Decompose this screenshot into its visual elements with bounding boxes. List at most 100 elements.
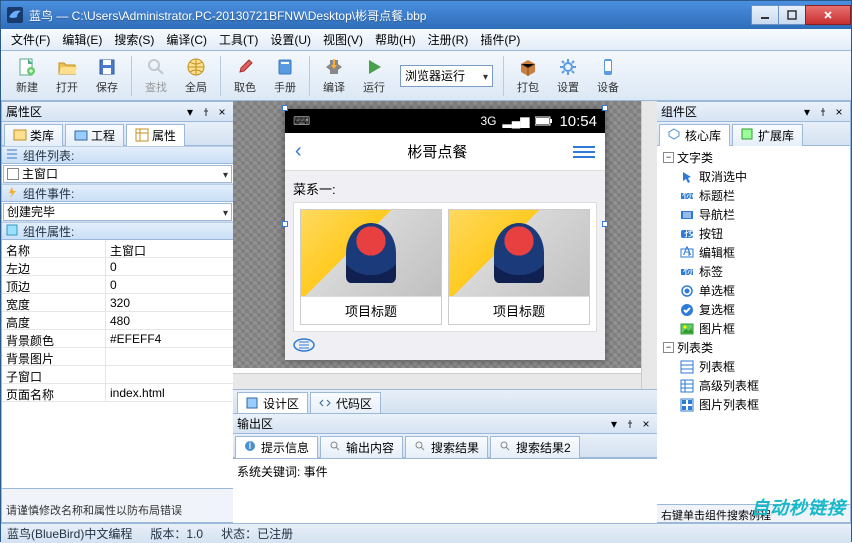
window-maximize-button[interactable]	[778, 5, 806, 25]
tab-code-view[interactable]: 代码区	[310, 392, 381, 414]
prop-row[interactable]: 左边0	[2, 258, 233, 276]
toolbar-pick-color-button[interactable]: 取色	[225, 53, 265, 99]
toolbar-pack-button[interactable]: 打包	[508, 53, 548, 99]
panel-close-button[interactable]: ×	[215, 105, 229, 119]
resize-handle[interactable]	[602, 105, 608, 111]
resize-handle[interactable]	[602, 221, 608, 227]
tab-ext-lib[interactable]: 扩展库	[732, 124, 803, 146]
tree-item-checkbox[interactable]: 复选框	[657, 300, 850, 319]
tree-item-listbox[interactable]: 列表框	[657, 357, 850, 376]
prop-row[interactable]: 子窗口	[2, 366, 233, 384]
phone-preview[interactable]: ⌨ 3G ▂▄▆ 10:54 ‹ 彬哥点餐 菜系一: 项目标题	[285, 109, 605, 360]
panel-menu-button[interactable]: ▾	[800, 105, 814, 119]
scrollbar-vertical[interactable]	[641, 101, 657, 389]
tree-item-textbox[interactable]: A编辑框	[657, 243, 850, 262]
ext-icon	[741, 128, 755, 142]
output-title: 输出区	[237, 415, 605, 432]
panel-pin-button[interactable]	[199, 105, 213, 119]
tree-group-list[interactable]: −列表类	[657, 338, 850, 357]
tree-item-imglistbox[interactable]: 图片列表框	[657, 395, 850, 414]
toolbar-manual-button[interactable]: 手册	[265, 53, 305, 99]
tab-search-results[interactable]: 搜索结果	[405, 436, 488, 458]
tab-project[interactable]: 工程	[65, 124, 124, 146]
tree-item-label[interactable]: 标标签	[657, 262, 850, 281]
menu-search[interactable]: 搜索(S)	[108, 29, 160, 50]
panel-close-button[interactable]: ×	[639, 417, 653, 431]
menu-file[interactable]: 文件(F)	[5, 29, 56, 50]
toolbar-run-button[interactable]: 运行	[354, 53, 394, 99]
resize-handle[interactable]	[282, 105, 288, 111]
tree-item-navbar[interactable]: 导航栏	[657, 205, 850, 224]
cursor-icon	[679, 169, 695, 185]
run-target-combo[interactable]: 浏览器运行	[400, 65, 493, 87]
navbar-icon	[679, 207, 695, 223]
menu-compile[interactable]: 编译(C)	[160, 29, 213, 50]
panel-menu-button[interactable]: ▾	[183, 105, 197, 119]
tab-class-lib[interactable]: 类库	[4, 124, 63, 146]
panel-pin-button[interactable]	[816, 105, 830, 119]
list-item[interactable]: 项目标题	[300, 209, 442, 325]
toolbar-settings-button[interactable]: 设置	[548, 53, 588, 99]
tab-design-view[interactable]: 设计区	[237, 392, 308, 414]
panel-menu-button[interactable]: ▾	[607, 417, 621, 431]
prop-row[interactable]: 名称主窗口	[2, 240, 233, 258]
collapse-icon[interactable]: −	[663, 342, 674, 353]
tab-core-lib[interactable]: 核心库	[659, 124, 730, 146]
window-minimize-button[interactable]	[751, 5, 779, 25]
prop-row[interactable]: 背景颜色#EFEFF4	[2, 330, 233, 348]
project-icon	[74, 128, 88, 142]
toolbar-find-button[interactable]: 查找	[136, 53, 176, 99]
component-list-select[interactable]: 主窗口	[3, 165, 232, 183]
tree-item-advlistbox[interactable]: 高级列表框	[657, 376, 850, 395]
tree-item-deselect[interactable]: 取消选中	[657, 167, 850, 186]
tree-item-titlebar[interactable]: 标标题栏	[657, 186, 850, 205]
tree-item-button[interactable]: 按按钮	[657, 224, 850, 243]
scrollbar-horizontal[interactable]	[233, 373, 641, 389]
toolbar-global-button[interactable]: 全局	[176, 53, 216, 99]
menu-register[interactable]: 注册(R)	[422, 29, 475, 50]
menu-tools[interactable]: 工具(T)	[213, 29, 264, 50]
toolbar-compile-button[interactable]: 编译	[314, 53, 354, 99]
menu-edit[interactable]: 编辑(E)	[56, 29, 108, 50]
panel-pin-button[interactable]	[623, 417, 637, 431]
toolbar-device-button[interactable]: 设备	[588, 53, 628, 99]
hamburger-icon[interactable]	[573, 146, 595, 158]
property-hint: 请谨慎修改名称和属性以防布局错误	[2, 488, 233, 522]
tab-properties[interactable]: 属性	[126, 124, 185, 146]
component-event-select[interactable]: 创建完毕	[3, 203, 232, 221]
prop-row[interactable]: 高度480	[2, 312, 233, 330]
image-icon	[679, 321, 695, 337]
output-text[interactable]: 系统关键词: 事件	[233, 458, 657, 523]
prop-row[interactable]: 背景图片	[2, 348, 233, 366]
signal-icon: ▂▄▆	[502, 114, 529, 128]
back-icon[interactable]: ‹	[295, 140, 302, 163]
toolbar-save-button[interactable]: 保存	[87, 53, 127, 99]
menu-help[interactable]: 帮助(H)	[369, 29, 422, 50]
tree-item-image[interactable]: 图片框	[657, 319, 850, 338]
design-canvas[interactable]: ⌨ 3G ▂▄▆ 10:54 ‹ 彬哥点餐 菜系一: 项目标题	[233, 101, 657, 368]
tab-output-content[interactable]: 输出内容	[320, 436, 403, 458]
window-close-button[interactable]	[805, 5, 851, 25]
info-icon: i	[244, 440, 258, 454]
core-icon	[668, 128, 682, 142]
tree-item-radio[interactable]: 单选框	[657, 281, 850, 300]
toolbar-open-button[interactable]: 打开	[47, 53, 87, 99]
tab-output-hint[interactable]: i提示信息	[235, 436, 318, 458]
tab-search-results-2[interactable]: 搜索结果2	[490, 436, 580, 458]
save-icon	[96, 56, 118, 78]
prop-row[interactable]: 顶边0	[2, 276, 233, 294]
prop-row[interactable]: 宽度320	[2, 294, 233, 312]
svg-text:按: 按	[684, 227, 694, 239]
list-item[interactable]: 项目标题	[448, 209, 590, 325]
collapse-icon[interactable]: −	[663, 152, 674, 163]
library-icon	[13, 128, 27, 142]
search-icon	[499, 440, 513, 454]
panel-close-button[interactable]: ×	[832, 105, 846, 119]
menu-view[interactable]: 视图(V)	[317, 29, 369, 50]
menu-plugin[interactable]: 插件(P)	[474, 29, 526, 50]
resize-handle[interactable]	[282, 221, 288, 227]
tree-group-text[interactable]: −文字类	[657, 148, 850, 167]
toolbar-new-button[interactable]: 新建	[7, 53, 47, 99]
menu-settings[interactable]: 设置(U)	[264, 29, 317, 50]
prop-row[interactable]: 页面名称index.html	[2, 384, 233, 402]
